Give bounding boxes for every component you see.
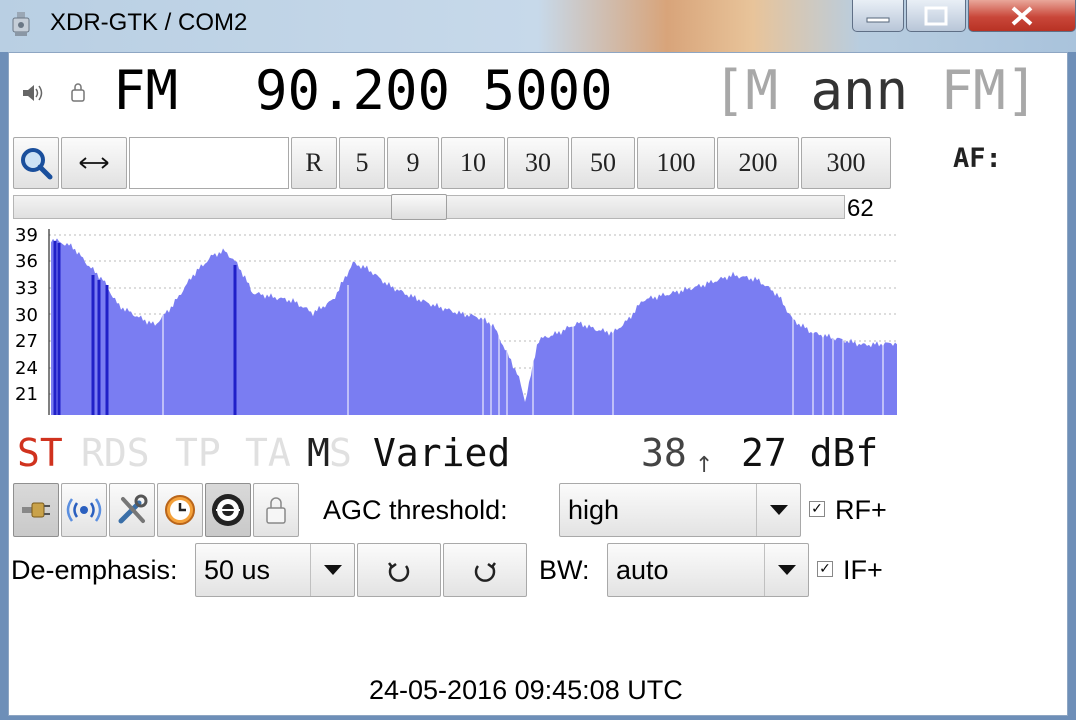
scan-button[interactable] — [13, 137, 59, 189]
ta-indicator: TA — [245, 431, 291, 475]
minimize-icon — [866, 17, 890, 22]
window-title: XDR-GTK / COM2 — [50, 9, 248, 36]
frequency-display: 90.200 5000 — [255, 59, 613, 122]
deemphasis-label: De-emphasis: — [11, 555, 178, 585]
ps-name: Varied — [373, 431, 511, 475]
rotate-ccw-button[interactable] — [357, 543, 441, 597]
signal-level: 38 — [641, 431, 687, 475]
magnifier-icon — [21, 148, 53, 180]
af-label: AF: — [953, 143, 1002, 174]
minimize-button[interactable] — [852, 0, 904, 32]
clock-icon — [165, 495, 195, 525]
station-fm: FM — [940, 59, 1006, 122]
slider-value: 62 — [847, 195, 874, 222]
rf-checkbox[interactable]: ✓ — [809, 501, 825, 517]
tools-icon — [118, 494, 148, 524]
bw-select[interactable]: auto — [607, 543, 809, 597]
close-icon — [1011, 6, 1033, 25]
maximize-icon — [924, 6, 948, 25]
agc-label: AGC threshold: — [323, 495, 508, 525]
utc-clock: 24-05-2016 09:45:08 UTC — [369, 675, 683, 705]
rotate-cw-icon — [474, 562, 496, 582]
rotate-ccw-icon — [388, 562, 410, 582]
rotate-cw-button[interactable] — [443, 543, 527, 597]
bw-label: BW: — [539, 555, 590, 585]
main-panel: FM 90.200 5000 [M ann FM] AF: R 5 9 10 3… — [8, 52, 1068, 716]
rf-label: RF+ — [835, 495, 887, 525]
rotator-button[interactable] — [205, 483, 251, 537]
volume-slider-thumb[interactable] — [391, 194, 447, 220]
stereo-indicator: ST — [17, 431, 63, 475]
step-button-10[interactable]: 10 — [441, 137, 505, 189]
chevron-down-icon — [310, 544, 354, 596]
lock-icon — [266, 497, 286, 524]
bw-value: auto — [616, 554, 669, 585]
rotator-icon — [212, 494, 244, 526]
station-m: M — [745, 59, 779, 122]
scheduler-button[interactable] — [157, 483, 203, 537]
frequency-input[interactable] — [129, 137, 289, 189]
title-bar: XDR-GTK / COM2 — [0, 0, 1076, 52]
station-ann: ann — [810, 59, 909, 122]
spectrum-graph[interactable]: 39 36 33 30 27 24 21 — [13, 225, 897, 415]
pi-code: 5000 — [482, 59, 613, 122]
station-name-display: [M ann FM] — [713, 59, 1038, 122]
app-icon — [12, 12, 30, 36]
step-button-200[interactable]: 200 — [717, 137, 799, 189]
step-button-5[interactable]: 5 — [339, 137, 385, 189]
bracket-open: [ — [713, 59, 746, 122]
maximize-button[interactable] — [906, 0, 966, 32]
lock-button[interactable] — [253, 483, 299, 537]
speaker-icon[interactable] — [21, 83, 43, 103]
settings-button[interactable] — [109, 483, 155, 537]
step-button-100[interactable]: 100 — [637, 137, 715, 189]
step-button-9[interactable]: 9 — [387, 137, 439, 189]
rds-indicator: RDS — [81, 431, 150, 475]
music-indicator: M — [307, 431, 330, 475]
chevron-down-icon — [756, 484, 800, 536]
deemphasis-select[interactable]: 50 us — [195, 543, 355, 597]
if-checkbox[interactable]: ✓ — [817, 561, 833, 577]
rds-button[interactable] — [61, 483, 107, 537]
deemphasis-value: 50 us — [204, 554, 271, 585]
bracket-close: ] — [1005, 59, 1039, 122]
close-button[interactable] — [968, 0, 1076, 32]
signal-dbf: 27 dBf — [741, 431, 879, 475]
step-button-30[interactable]: 30 — [507, 137, 569, 189]
arrows-horizontal-icon — [79, 157, 109, 169]
step-button-50[interactable]: 50 — [571, 137, 635, 189]
agc-select[interactable]: high — [559, 483, 801, 537]
signal-trend-icon: ↑ — [695, 453, 714, 478]
swap-button[interactable] — [61, 137, 127, 189]
connect-button[interactable] — [13, 483, 59, 537]
step-button-r[interactable]: R — [291, 137, 337, 189]
chevron-down-icon — [764, 544, 808, 596]
frequency-value: 90.200 — [255, 59, 451, 122]
step-button-300[interactable]: 300 — [801, 137, 891, 189]
speech-indicator: S — [329, 431, 352, 475]
if-label: IF+ — [843, 555, 883, 585]
mode-display: FM — [113, 59, 179, 122]
spectrum-plot — [48, 229, 897, 415]
broadcast-icon — [66, 498, 102, 522]
tp-indicator: TP — [175, 431, 221, 475]
agc-value: high — [568, 494, 620, 525]
antenna-icon[interactable] — [69, 81, 87, 103]
plug-icon — [22, 502, 50, 518]
